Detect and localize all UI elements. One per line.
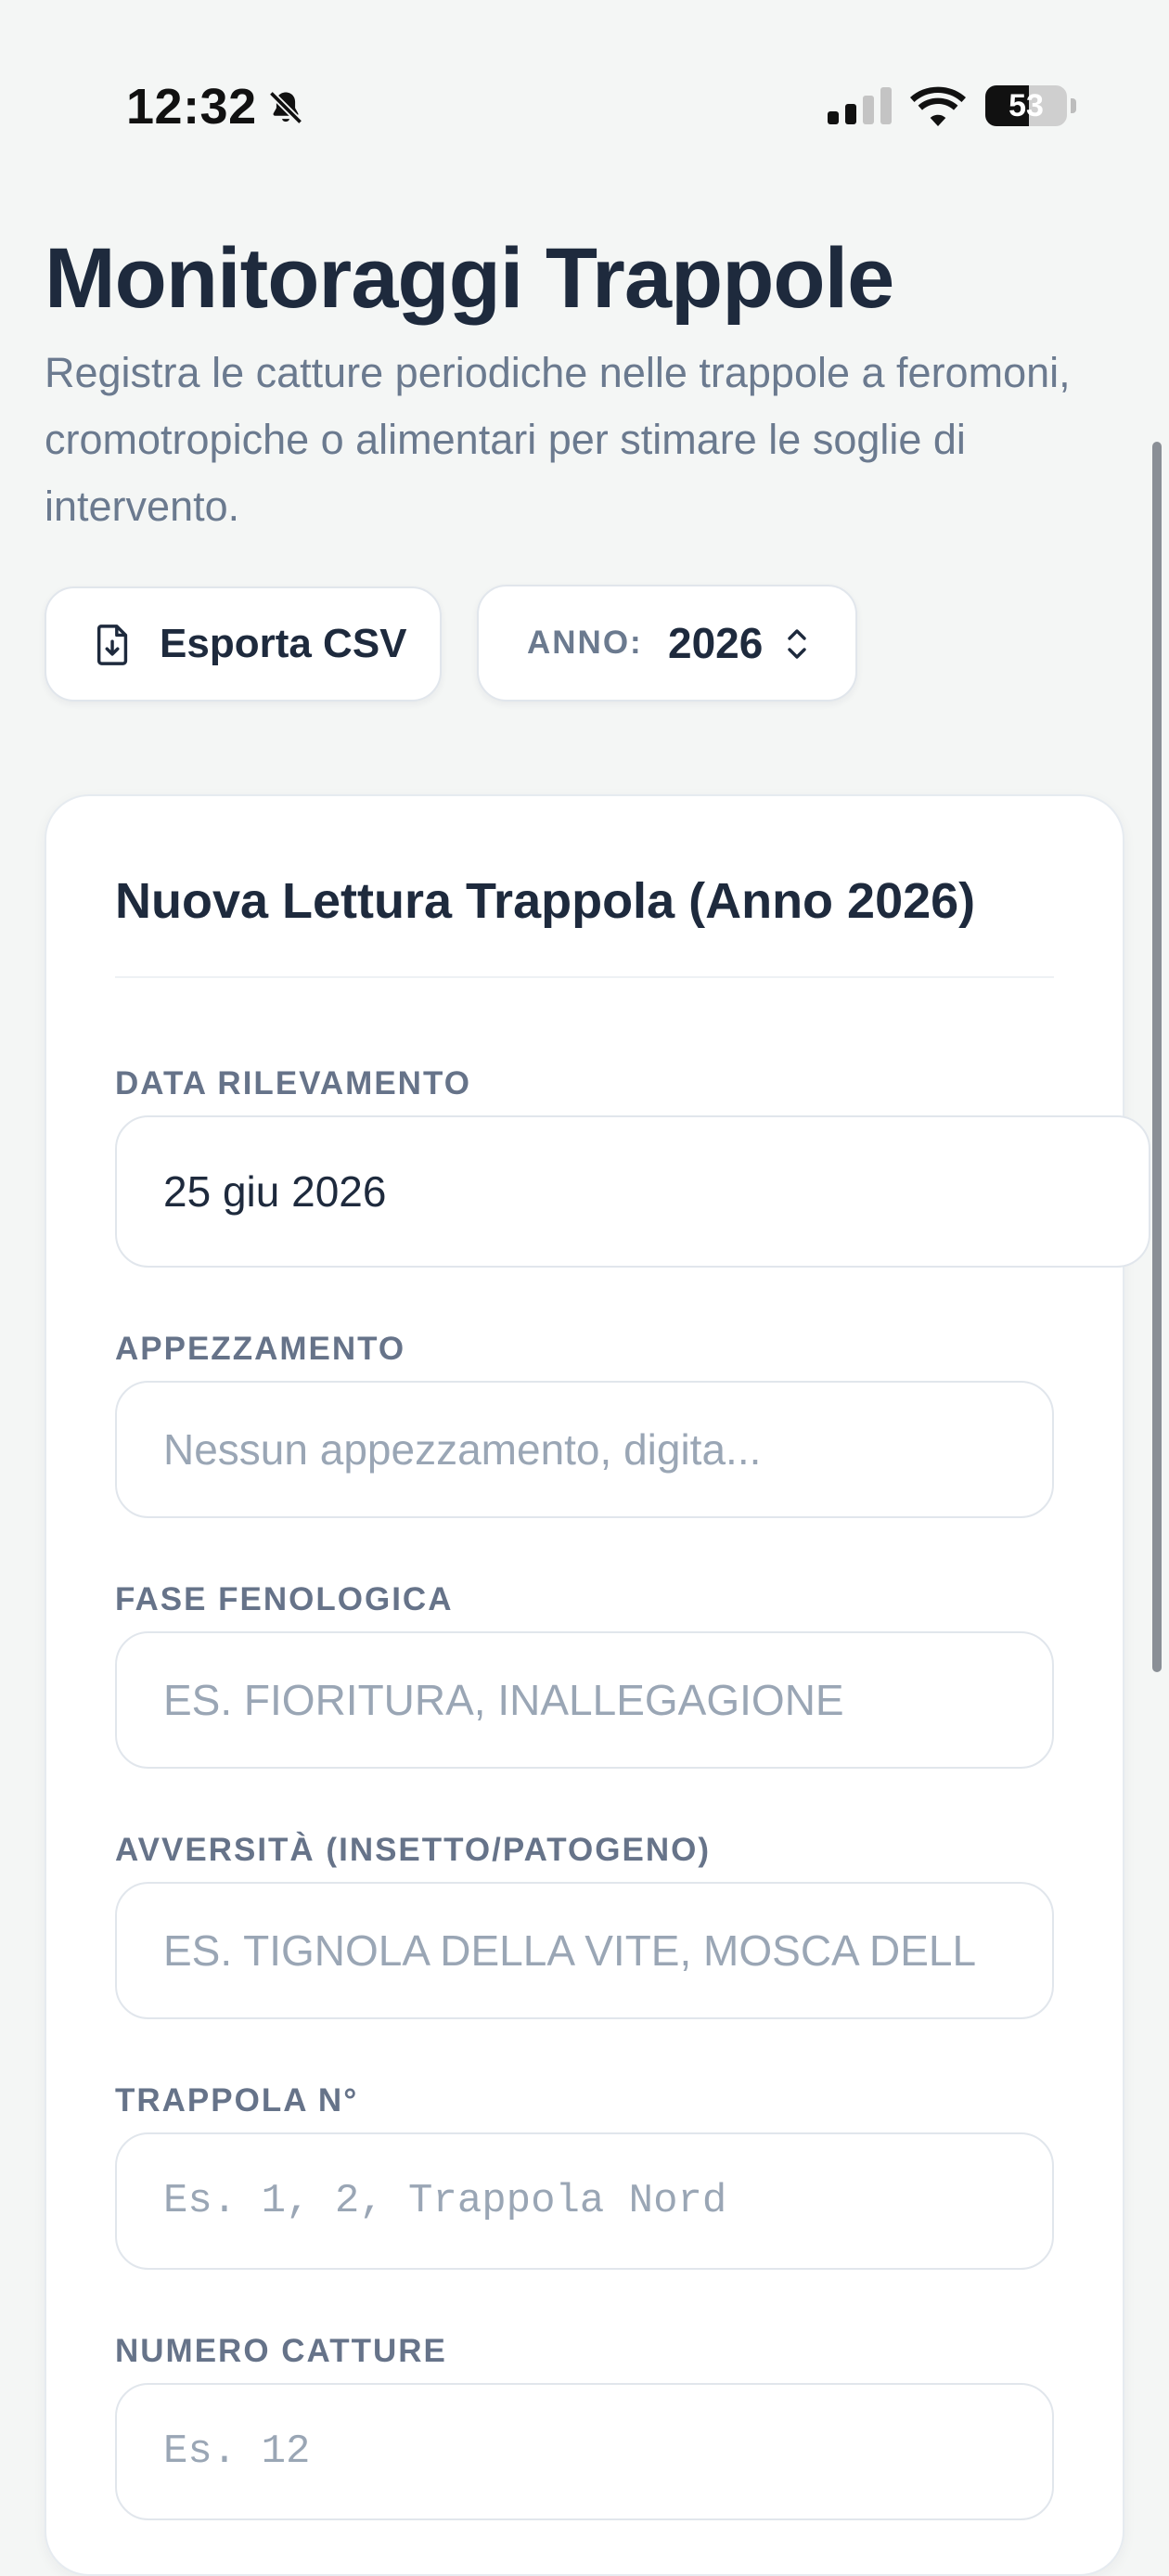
page-title: Monitoraggi Trappole	[45, 231, 894, 326]
export-csv-label: Esporta CSV	[160, 621, 407, 666]
status-time: 12:32	[126, 79, 257, 135]
capture-count-field[interactable]: Es. 12	[115, 2383, 1054, 2520]
bell-slash-icon	[268, 90, 303, 125]
trap-number-placeholder: Es. 1, 2, Trappola Nord	[163, 2178, 727, 2224]
capture-count-placeholder: Es. 12	[163, 2428, 311, 2475]
year-select-value: 2026	[668, 619, 764, 667]
year-select[interactable]: ANNO: 2026	[477, 585, 857, 702]
new-reading-card: Nuova Lettura Trappola (Anno 2026) DATA …	[45, 794, 1150, 2576]
trap-number-label: TRAPPOLA N°	[115, 2082, 359, 2119]
date-field-label: DATA RILEVAMENTO	[115, 1065, 471, 1101]
trap-number-field[interactable]: Es. 1, 2, Trappola Nord	[115, 2132, 1054, 2270]
phenological-phase-placeholder: ES. FIORITURA, INALLEGAGIONE	[163, 1676, 844, 1724]
date-field-value: 25 giu 2026	[163, 1167, 387, 1216]
battery-level: 53	[1008, 88, 1044, 123]
phenological-phase-label: FASE FENOLOGICA	[115, 1581, 454, 1617]
adversity-field[interactable]: ES. TIGNOLA DELLA VITE, MOSCA DELL	[115, 1882, 1054, 2019]
wifi-icon	[910, 86, 966, 126]
status-bar: 12:32 53	[0, 0, 1169, 176]
plot-field-placeholder: Nessun appezzamento, digita...	[163, 1425, 762, 1474]
chevron-up-down-icon	[788, 629, 806, 659]
cellular-signal-icon	[828, 87, 892, 124]
plot-field[interactable]: Nessun appezzamento, digita...	[115, 1381, 1054, 1518]
adversity-placeholder: ES. TIGNOLA DELLA VITE, MOSCA DELL	[163, 1926, 977, 1975]
phenological-phase-field[interactable]: ES. FIORITURA, INALLEGAGIONE	[115, 1631, 1054, 1769]
plot-field-label: APPEZZAMENTO	[115, 1331, 406, 1367]
page-subtitle: Registra le catture periodiche nelle tra…	[45, 349, 1071, 530]
card-title: Nuova Lettura Trappola (Anno 2026)	[115, 873, 976, 929]
capture-count-label: NUMERO CATTURE	[115, 2333, 447, 2369]
date-field[interactable]: 25 giu 2026	[115, 1115, 1150, 1268]
file-download-icon	[96, 625, 128, 665]
battery-cap	[1071, 98, 1076, 113]
export-csv-button[interactable]: Esporta CSV	[45, 586, 442, 702]
page-scrollbar[interactable]	[1152, 442, 1162, 1672]
adversity-label: AVVERSITÀ (INSETTO/PATOGENO)	[115, 1832, 711, 1868]
year-select-label: ANNO:	[527, 625, 643, 661]
battery-indicator: 53	[985, 85, 1076, 126]
card-divider	[115, 976, 1054, 978]
